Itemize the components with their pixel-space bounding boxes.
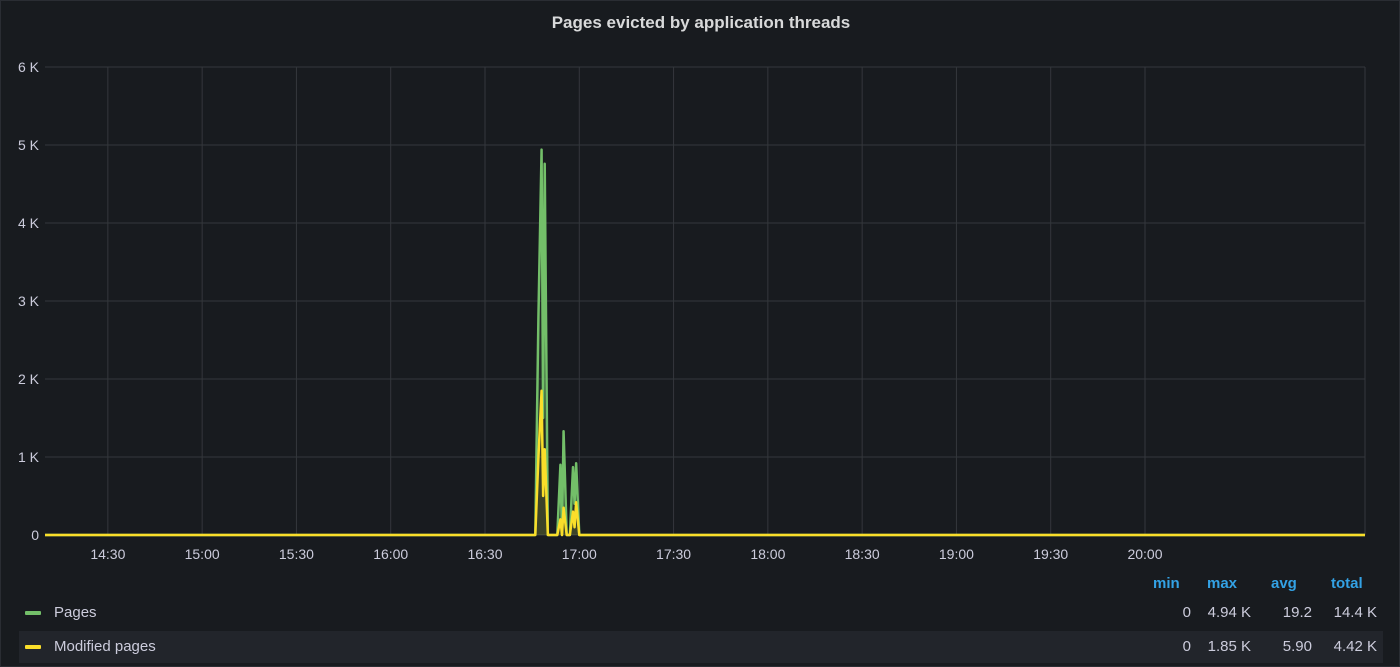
legend-row-modified-pages[interactable]: Modified pages 0 1.85 K 5.90 4.42 K — [19, 631, 1383, 663]
legend-row-pages[interactable]: Pages 0 4.94 K 19.2 14.4 K — [19, 597, 1383, 629]
legend-series-name[interactable]: Modified pages — [54, 638, 156, 655]
x-tick-label: 20:00 — [1127, 546, 1162, 562]
series-area-modified-pages — [45, 390, 1365, 535]
x-tick-label: 19:00 — [939, 546, 974, 562]
legend-max-value: 1.85 K — [1207, 638, 1251, 655]
y-axis: 0 1 K 2 K 3 K 4 K 5 K 6 K — [18, 59, 40, 543]
time-series-chart: 0 1 K 2 K 3 K 4 K 5 K 6 K 14:30 15:00 15:30 16:00… — [18, 59, 1366, 562]
legend-header-min[interactable]: min — [1153, 575, 1181, 595]
y-tick-label: 2 K — [18, 371, 40, 387]
x-tick-label: 15:00 — [185, 546, 220, 562]
x-tick-label: 19:30 — [1033, 546, 1068, 562]
series-lines — [45, 148, 1365, 537]
y-tick-label: 5 K — [18, 137, 40, 153]
series-area-pages — [45, 149, 1365, 535]
legend-header-avg[interactable]: avg — [1271, 575, 1301, 595]
y-tick-label: 3 K — [18, 293, 40, 309]
legend-avg-value: 19.2 — [1282, 604, 1312, 621]
legend-avg-value: 5.90 — [1282, 638, 1312, 655]
legend-header-max[interactable]: max — [1207, 575, 1249, 595]
legend-swatch[interactable] — [25, 645, 41, 649]
x-tick-label: 14:30 — [90, 546, 125, 562]
grid-lines — [45, 66, 1366, 536]
legend-header-total[interactable]: total — [1331, 575, 1368, 595]
x-tick-label: 18:00 — [750, 546, 785, 562]
x-tick-label: 17:00 — [562, 546, 597, 562]
series-line-modified-pages[interactable] — [45, 389, 1365, 537]
legend-total-value: 4.42 K — [1333, 638, 1377, 655]
legend-max-value: 4.94 K — [1207, 604, 1251, 621]
y-tick-label: 1 K — [18, 449, 40, 465]
x-tick-label: 15:30 — [279, 546, 314, 562]
legend-min-value: 0 — [1182, 638, 1191, 655]
x-tick-label: 18:30 — [845, 546, 880, 562]
chart-panel: Pages evicted by application threads 01 … — [0, 0, 1400, 667]
series-line-pages[interactable] — [45, 148, 1365, 537]
legend-min-value: 0 — [1182, 604, 1191, 621]
y-tick-label: 6 K — [18, 59, 40, 75]
y-tick-label: 4 K — [18, 215, 40, 231]
x-tick-label: 16:00 — [373, 546, 408, 562]
legend-series-name[interactable]: Pages — [54, 604, 97, 621]
y-tick-label: 0 — [31, 527, 39, 543]
legend-total-value: 14.4 K — [1333, 604, 1377, 621]
legend-swatch[interactable] — [25, 611, 41, 615]
x-tick-label: 16:30 — [467, 546, 502, 562]
x-axis: 14:30 15:00 15:30 16:00 16:30 17:00 17:30 18:00… — [90, 546, 1162, 562]
x-tick-label: 17:30 — [656, 546, 691, 562]
